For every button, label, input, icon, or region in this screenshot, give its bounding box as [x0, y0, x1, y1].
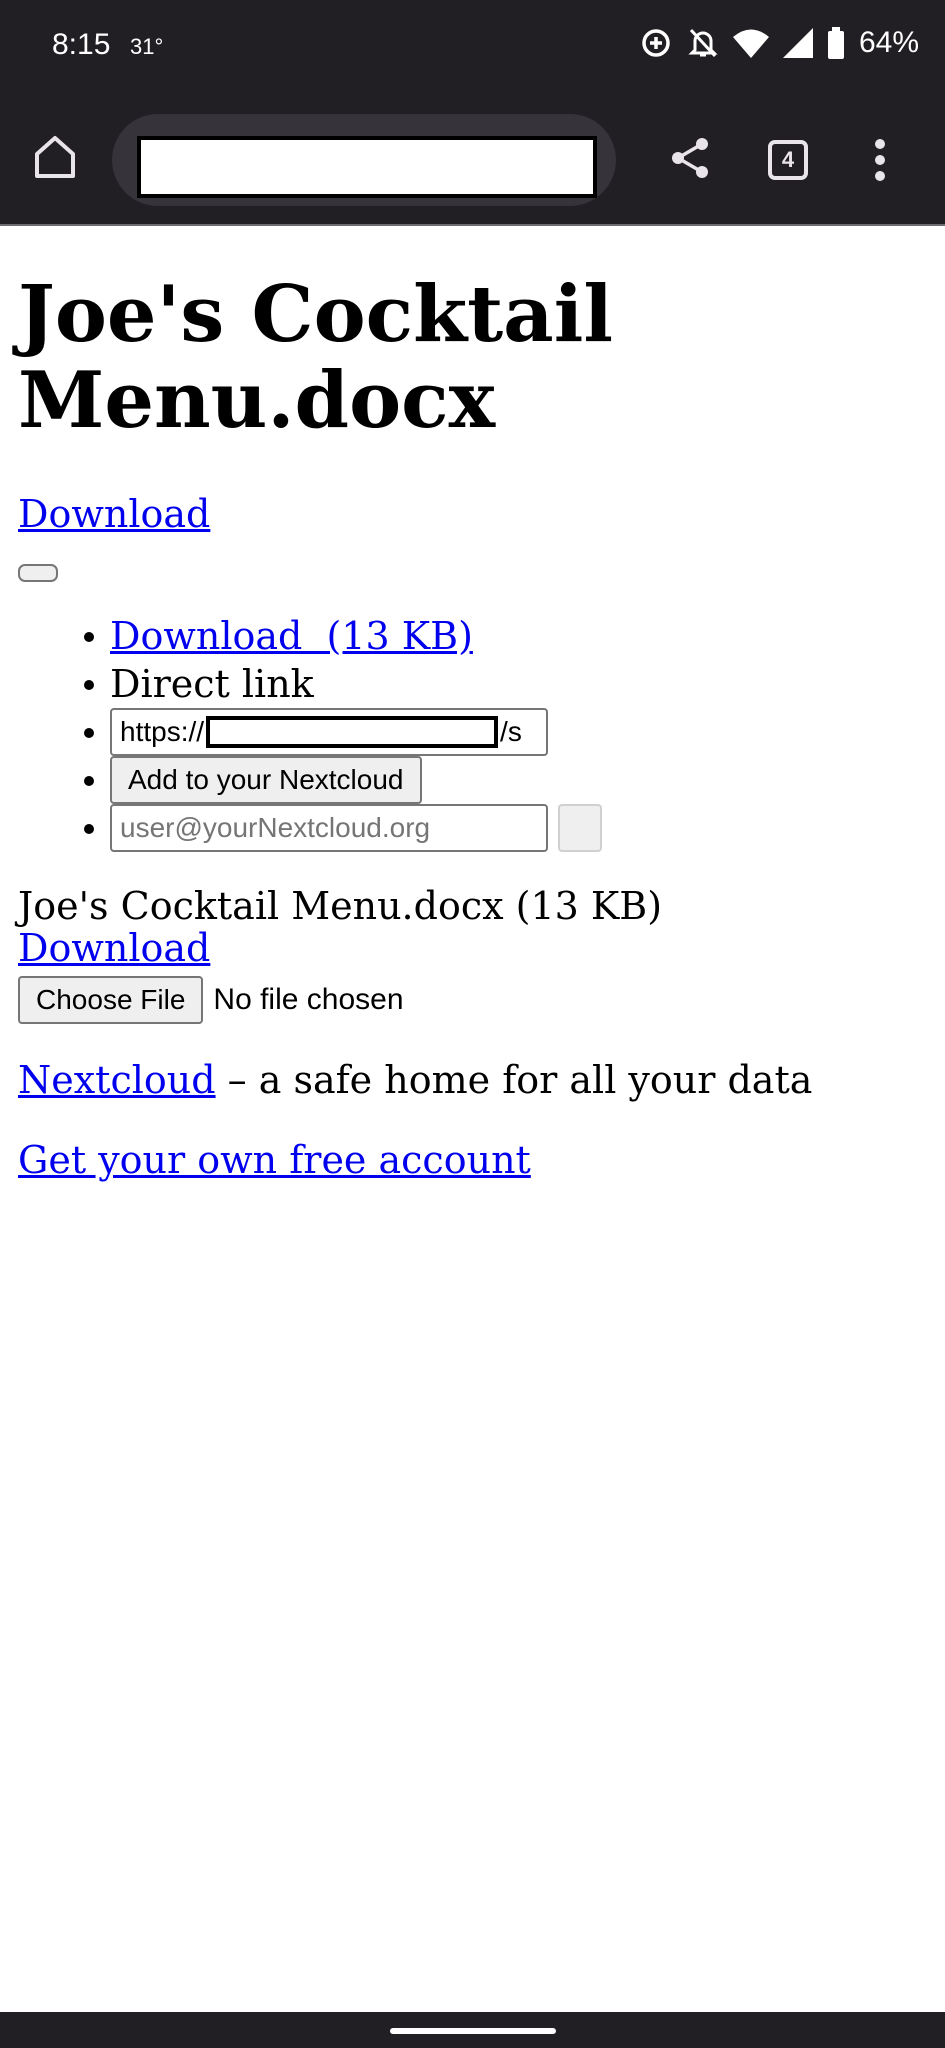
- notifications-off-icon: [688, 28, 718, 58]
- share-menu-list: Download (13 KB) Direct link https:// /s…: [18, 612, 910, 852]
- choose-file-button[interactable]: Choose File: [18, 976, 204, 1024]
- home-gesture-handle[interactable]: [390, 2028, 556, 2034]
- nextcloud-link[interactable]: Nextcloud: [18, 1058, 216, 1102]
- redacted-host: [206, 716, 499, 748]
- file-upload-row: Choose File No file chosen: [18, 976, 404, 1024]
- remote-address-input[interactable]: [110, 804, 548, 852]
- list-item: Download (13 KB): [84, 612, 910, 660]
- status-icons: 64%: [639, 26, 919, 60]
- more-options-icon[interactable]: [870, 138, 890, 182]
- browser-toolbar: 4: [0, 96, 945, 226]
- remote-submit-button[interactable]: [558, 804, 602, 852]
- wifi-icon: [732, 29, 769, 58]
- home-icon[interactable]: [30, 132, 80, 182]
- status-time: 8:15: [52, 28, 111, 61]
- status-bar: 8:15 31° 64%: [0, 0, 945, 96]
- download-link-secondary[interactable]: Download: [18, 926, 210, 970]
- file-info: Joe's Cocktail Menu.docx (13 KB): [18, 884, 663, 928]
- signal-icon: [782, 28, 813, 58]
- list-item: Direct link: [84, 660, 910, 708]
- data-saver-icon: [642, 29, 670, 57]
- list-item: Add to your Nextcloud: [84, 756, 910, 804]
- tab-switcher-button[interactable]: 4: [768, 140, 808, 180]
- direct-link-suffix: /s: [500, 716, 522, 747]
- download-size-link[interactable]: Download (13 KB): [110, 614, 473, 658]
- download-link[interactable]: Download: [18, 492, 210, 536]
- footer-tagline: Nextcloud – a safe home for all your dat…: [18, 1058, 812, 1102]
- share-icon[interactable]: [668, 136, 712, 180]
- add-to-nextcloud-button[interactable]: Add to your Nextcloud: [110, 756, 422, 804]
- get-account-link[interactable]: Get your own free account: [18, 1138, 531, 1182]
- battery-icon: [827, 27, 844, 59]
- list-item: https:// /s: [84, 708, 910, 756]
- no-file-status: No file chosen: [213, 983, 404, 1016]
- system-navigation-bar: [0, 2012, 945, 2048]
- direct-link-field[interactable]: https:// /s: [110, 708, 548, 756]
- tagline-text: – a safe home for all your data: [215, 1058, 813, 1102]
- direct-link-prefix: https://: [120, 716, 205, 747]
- battery-percentage: 64%: [858, 26, 919, 59]
- address-bar-redacted[interactable]: [137, 136, 597, 198]
- menu-toggle-button[interactable]: [18, 564, 58, 582]
- page-title: Joe's Cocktail Menu.docx: [18, 269, 613, 446]
- status-temperature: 31°: [130, 34, 164, 59]
- list-item: [84, 804, 910, 852]
- direct-link-label: Direct link: [110, 662, 314, 706]
